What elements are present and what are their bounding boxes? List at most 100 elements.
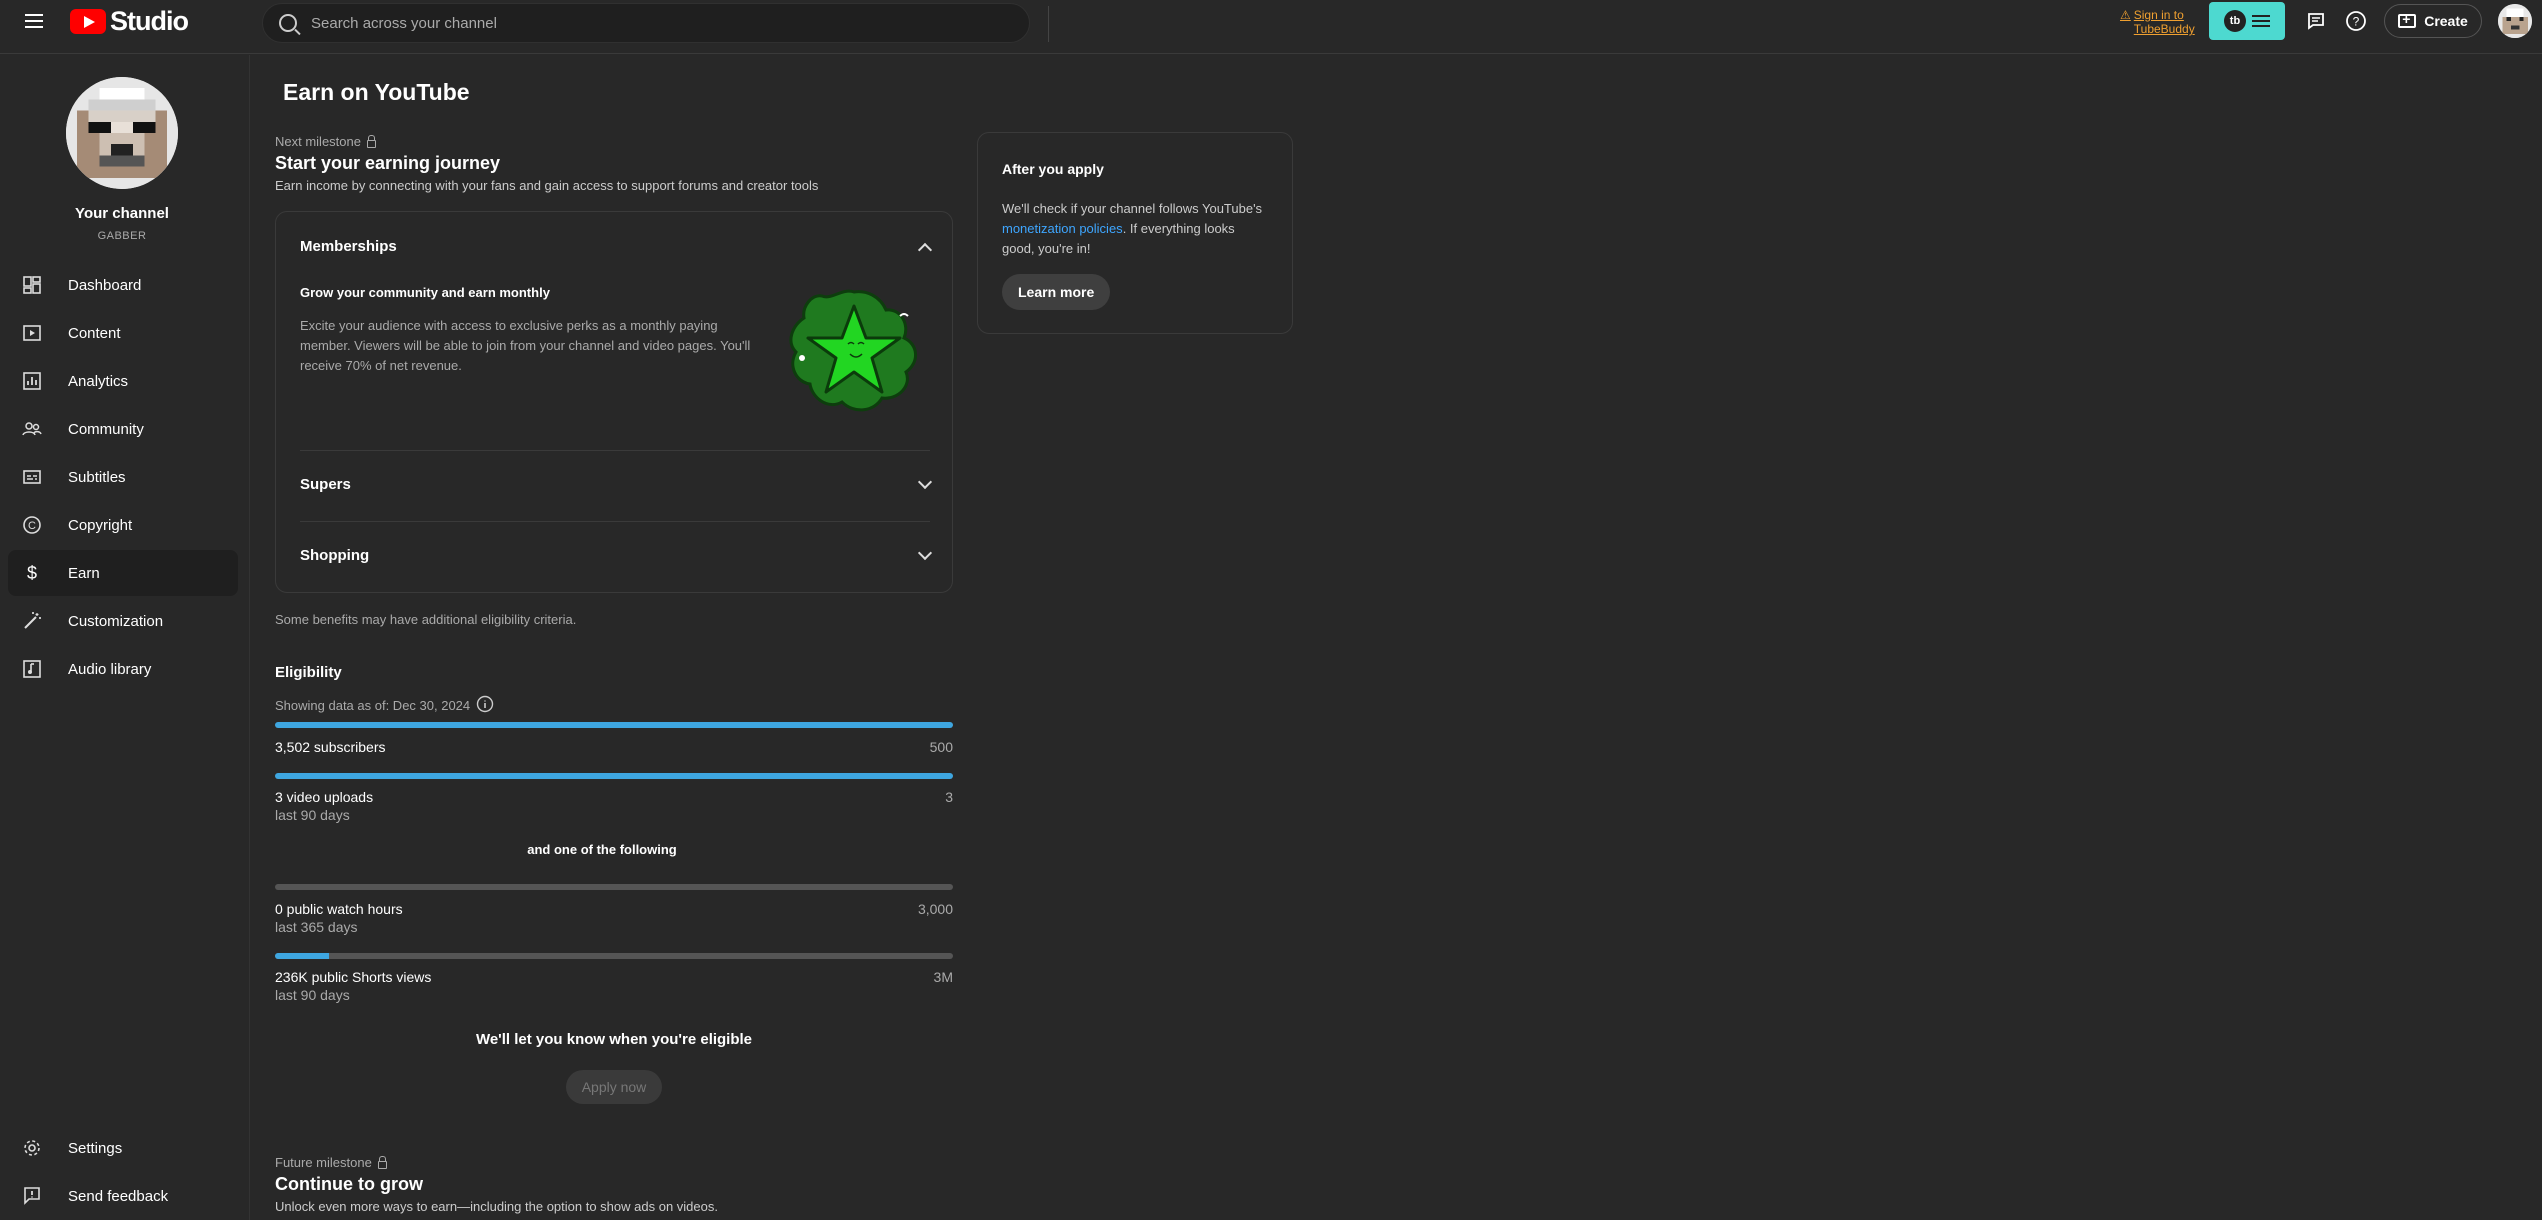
sidebar-item-label: Community	[68, 420, 144, 438]
community-icon	[22, 419, 42, 439]
sidebar-item-copyright[interactable]: C Copyright	[8, 502, 238, 548]
wand-icon	[22, 611, 42, 631]
uploads-progress-bar	[275, 773, 953, 779]
channel-name[interactable]: Your channel	[0, 205, 244, 222]
dashboard-icon	[22, 275, 42, 295]
divider	[1048, 6, 1049, 42]
metric-label: 3,502 subscribers	[275, 739, 386, 755]
sidebar-item-label: Audio library	[68, 660, 152, 678]
help-icon[interactable]: ?	[2344, 9, 2368, 33]
benefits-note: Some benefits may have additional eligib…	[275, 612, 577, 627]
sidebar-item-audio-library[interactable]: Audio library	[8, 646, 238, 692]
svg-text:C: C	[28, 520, 36, 532]
memberships-desc-line: receive 70% of net revenue.	[300, 358, 462, 373]
sidebar-item-dashboard[interactable]: Dashboard	[8, 262, 238, 308]
sidebar-item-label: Dashboard	[68, 276, 142, 294]
top-bar: Studio ⚠ Sign in toTubeBuddy tb ? Create	[0, 0, 2542, 54]
chevron-down-icon[interactable]	[917, 474, 933, 489]
sidebar-item-subtitles[interactable]: Subtitles	[8, 454, 238, 500]
svg-text:?: ?	[2353, 15, 2360, 29]
tubebuddy-logo-icon: tb	[2224, 10, 2246, 32]
future-desc: Unlock even more ways to earn—including …	[275, 1199, 718, 1214]
analytics-icon	[22, 371, 42, 391]
content-icon	[22, 323, 42, 343]
search-icon[interactable]	[279, 14, 297, 32]
metric-target: 3M	[933, 969, 953, 985]
create-button[interactable]: Create	[2384, 4, 2482, 38]
divider	[300, 450, 930, 451]
memberships-desc: Excite your audience with access to excl…	[300, 316, 750, 376]
subscribers-metric: 3,502 subscribers 500	[275, 739, 953, 755]
metric-target: 500	[929, 739, 953, 755]
sidebar-item-content[interactable]: Content	[8, 310, 238, 356]
sidebar-item-community[interactable]: Community	[8, 406, 238, 452]
memberships-desc-line: Excite your audience with access to excl…	[300, 318, 718, 333]
metric-target: 3,000	[917, 901, 953, 917]
supers-header[interactable]: Supers	[300, 474, 933, 493]
studio-logo[interactable]: Studio	[70, 6, 189, 37]
supers-title: Supers	[300, 476, 351, 493]
search-input[interactable]	[311, 14, 1011, 32]
apply-now-button[interactable]: Apply now	[566, 1070, 662, 1104]
progress-fill	[275, 722, 953, 728]
sidebar-item-earn[interactable]: $ Earn	[8, 550, 238, 596]
journey-desc: Earn income by connecting with your fans…	[275, 178, 819, 193]
subtitles-icon	[22, 467, 42, 487]
sidebar-item-label: Earn	[68, 564, 100, 582]
next-milestone-label: Next milestone	[275, 134, 376, 149]
lock-icon	[377, 1155, 387, 1169]
tubebuddy-menu-icon	[2252, 12, 2270, 30]
svg-text:$: $	[27, 563, 37, 583]
chevron-up-icon[interactable]	[917, 242, 933, 257]
shopping-header[interactable]: Shopping	[300, 545, 933, 564]
sidebar-item-label: Customization	[68, 612, 164, 630]
tubebuddy-sign-in-link[interactable]: ⚠ Sign in to TubeBuddy	[2120, 8, 2195, 36]
feedback-icon	[22, 1186, 42, 1206]
channel-handle: GABBER	[97, 230, 147, 242]
warning-icon: ⚠	[2120, 8, 2131, 22]
metric-label: 0 public watch hours	[275, 901, 403, 917]
sidebar-item-customization[interactable]: Customization	[8, 598, 238, 644]
memberships-title: Memberships	[300, 238, 397, 255]
watch-hours-metric: 0 public watch hours 3,000	[275, 901, 953, 917]
metric-sub: last 90 days	[275, 987, 350, 1003]
metric-label: 3 video uploads	[275, 789, 374, 805]
account-avatar[interactable]	[2498, 4, 2532, 38]
memberships-header[interactable]: Memberships	[300, 238, 933, 257]
one-of-following: and one of the following	[527, 842, 677, 857]
tubebuddy-line2: TubeBuddy	[2133, 22, 2195, 36]
create-icon	[2398, 11, 2417, 28]
future-milestone-label: Future milestone	[275, 1155, 387, 1170]
tubebuddy-button[interactable]: tb	[2209, 2, 2285, 40]
search-bar[interactable]	[262, 3, 1030, 43]
logo-text: Studio	[110, 6, 189, 36]
metric-label: 236K public Shorts views	[275, 969, 432, 985]
metric-sub: last 90 days	[275, 807, 350, 823]
monetization-policies-link[interactable]: monetization policies	[1002, 221, 1123, 236]
sidebar-item-send-feedback[interactable]: Send feedback	[8, 1173, 238, 1219]
sidebar-item-settings[interactable]: Settings	[8, 1125, 238, 1171]
sidebar-item-analytics[interactable]: Analytics	[8, 358, 238, 404]
progress-fill	[275, 773, 953, 779]
future-title: Continue to grow	[275, 1174, 423, 1194]
audio-library-icon	[22, 659, 42, 679]
next-milestone-text: Next milestone	[275, 134, 361, 149]
lock-icon	[366, 134, 376, 148]
copyright-icon: C	[22, 515, 42, 535]
gear-icon	[22, 1138, 42, 1158]
subscribers-progress-bar	[275, 722, 953, 728]
channel-avatar[interactable]	[66, 77, 178, 189]
sidebar-item-label: Content	[68, 324, 121, 342]
shopping-title: Shopping	[300, 547, 370, 564]
after-apply-title: After you apply	[1002, 161, 1104, 177]
page-title: Earn on YouTube	[283, 79, 470, 105]
learn-more-button[interactable]: Learn more	[1002, 274, 1111, 310]
menu-icon[interactable]	[22, 10, 46, 34]
chevron-down-icon[interactable]	[917, 545, 933, 560]
sidebar-item-label: Copyright	[68, 516, 133, 534]
messages-icon[interactable]	[2304, 9, 2328, 33]
eligibility-title: Eligibility	[275, 664, 342, 681]
sidebar-item-label: Settings	[68, 1139, 123, 1157]
info-icon[interactable]	[476, 695, 494, 716]
divider	[300, 521, 930, 522]
